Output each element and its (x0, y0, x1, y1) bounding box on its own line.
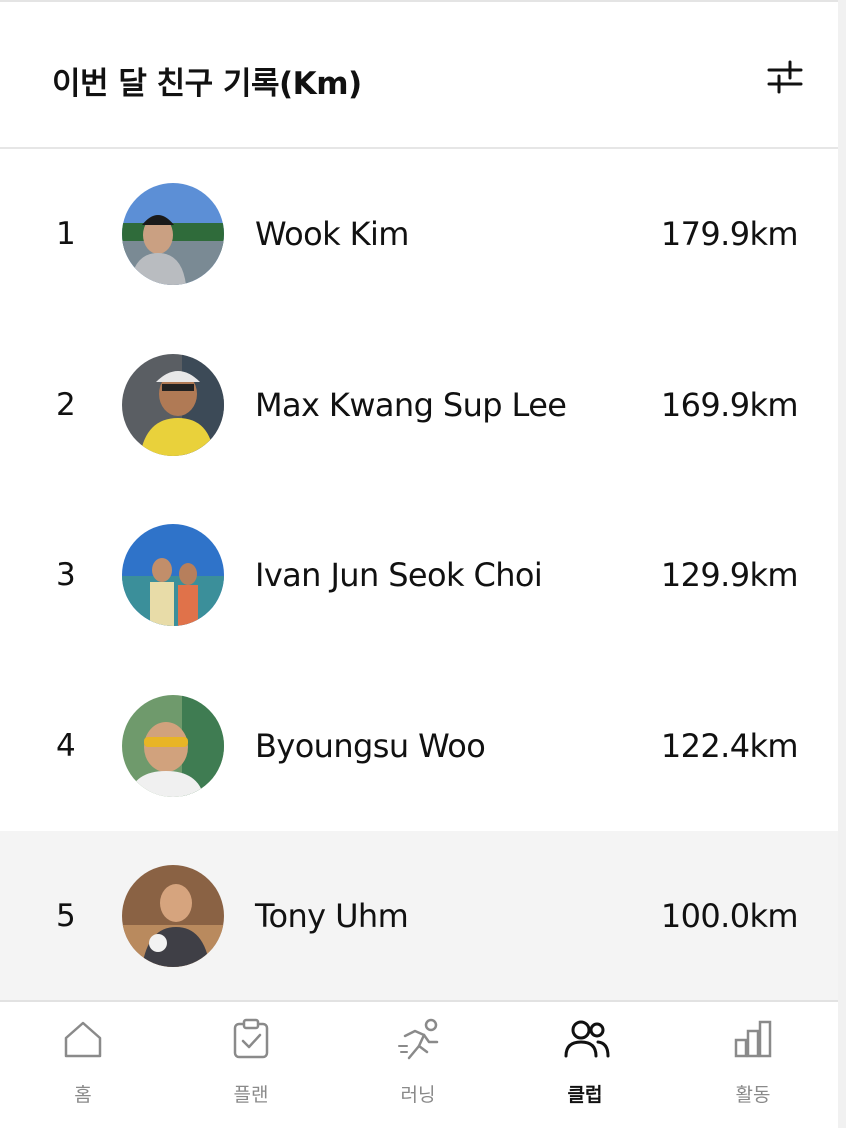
tab-home[interactable]: 홈 (23, 1018, 143, 1114)
avatar[interactable] (122, 865, 224, 968)
runner-name: Tony Uhm (255, 897, 409, 936)
monthly-distance: 122.4km (660, 726, 799, 765)
leaderboard-row[interactable]: 4 Byoungsu Woo 122.4km (0, 660, 838, 831)
users-icon (564, 1020, 610, 1058)
tab-activity[interactable]: 활동 (693, 1018, 813, 1114)
leaderboard-list: 1 Wook Kim 179.9km 2 Max Kwang Sup Lee 1… (0, 149, 838, 1002)
runner-icon (398, 1018, 439, 1060)
bar-chart-icon (734, 1020, 772, 1058)
runner-name: Max Kwang Sup Lee (255, 385, 567, 424)
rank-number: 5 (56, 898, 76, 935)
runner-name: Byoungsu Woo (255, 726, 486, 765)
runner-name: Wook Kim (255, 215, 409, 254)
monthly-distance: 100.0km (660, 897, 799, 936)
tab-label: 홈 (74, 1084, 92, 1106)
avatar[interactable] (122, 353, 224, 456)
page-title: 이번 달 친구 기록(Km) (52, 66, 362, 102)
monthly-distance: 179.9km (660, 215, 799, 254)
scroll-gutter (838, 0, 846, 1128)
leaderboard-row[interactable]: 3 Ivan Jun Seok Choi 129.9km (0, 490, 838, 661)
rank-number: 3 (56, 557, 76, 594)
avatar[interactable] (122, 183, 224, 286)
runner-name: Ivan Jun Seok Choi (255, 556, 543, 595)
filter-button[interactable] (766, 58, 804, 96)
tab-label: 플랜 (233, 1084, 269, 1106)
leaderboard-row-current-user[interactable]: 5 Tony Uhm 100.0km (0, 831, 838, 1002)
bottom-tab-bar: 홈 플랜 러닝 클럽 활동 (0, 1000, 838, 1130)
monthly-distance: 169.9km (660, 385, 799, 424)
tab-label: 러닝 (400, 1084, 436, 1106)
tab-plan[interactable]: 플랜 (191, 1018, 311, 1114)
tab-label: 활동 (735, 1084, 771, 1106)
leaderboard-row[interactable]: 2 Max Kwang Sup Lee 169.9km (0, 319, 838, 490)
tab-label: 클럽 (567, 1084, 603, 1106)
avatar[interactable] (122, 694, 224, 797)
rank-number: 4 (56, 727, 76, 764)
sliders-icon (767, 60, 803, 94)
avatar[interactable] (122, 524, 224, 627)
rank-number: 1 (56, 216, 76, 253)
leaderboard-row[interactable]: 1 Wook Kim 179.9km (0, 149, 838, 320)
tab-club[interactable]: 클럽 (525, 1018, 645, 1114)
rank-number: 2 (56, 386, 76, 423)
monthly-distance: 129.9km (660, 556, 799, 595)
tab-running[interactable]: 러닝 (358, 1018, 478, 1114)
home-icon (64, 1021, 102, 1058)
clipboard-check-icon (233, 1018, 269, 1059)
leaderboard-header: 이번 달 친구 기록(Km) (0, 2, 838, 149)
